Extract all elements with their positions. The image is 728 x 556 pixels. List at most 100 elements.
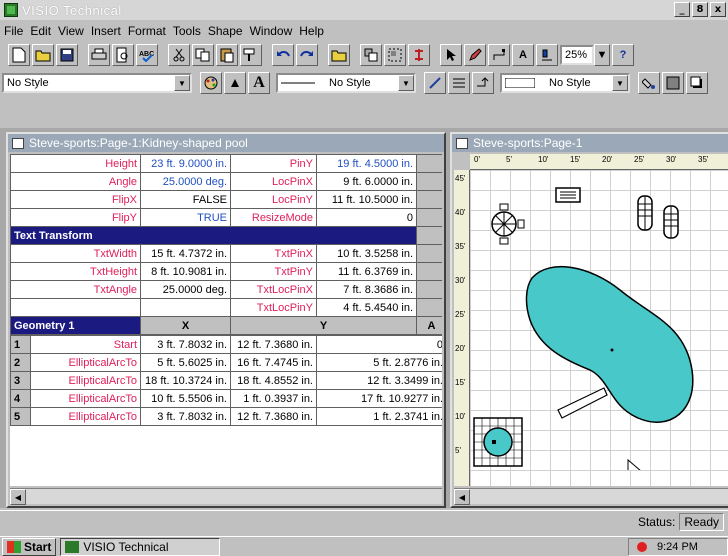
cell-label[interactable]: TxtPinX [230, 244, 318, 263]
open-folder-icon[interactable] [32, 44, 54, 66]
cell-value[interactable]: 18 ft. 10.3724 in. [140, 371, 231, 390]
line-style-select[interactable]: No Style ▼ [276, 73, 416, 93]
redo-icon[interactable] [296, 44, 318, 66]
scroll-left-icon[interactable]: ◀ [454, 489, 470, 505]
increase-font-icon[interactable] [224, 72, 246, 94]
print-preview-icon[interactable] [112, 44, 134, 66]
cell-label[interactable]: PinY [230, 154, 318, 173]
cell-label[interactable] [10, 298, 142, 317]
cell-value[interactable] [140, 298, 232, 317]
zoom-dropdown-icon[interactable]: ▼ [594, 44, 610, 66]
equipment-box-shape[interactable] [555, 187, 581, 203]
chevron-down-icon[interactable]: ▼ [174, 75, 190, 91]
row-number[interactable]: 1 [10, 335, 31, 354]
cell-value[interactable]: 0 [316, 335, 442, 354]
shadow-icon[interactable] [686, 72, 708, 94]
fill-color-icon[interactable] [638, 72, 660, 94]
print-icon[interactable] [88, 44, 110, 66]
cell-label[interactable]: TxtLocPinX [230, 280, 318, 299]
align-icon[interactable] [408, 44, 430, 66]
cell-value[interactable]: FALSE [140, 190, 232, 209]
row-number[interactable]: 2 [10, 353, 31, 372]
close-button[interactable]: x [710, 2, 726, 17]
save-icon[interactable] [56, 44, 78, 66]
vertical-ruler[interactable]: 45' 40' 35' 30' 25' 20' 15' 10' 5' [454, 170, 470, 486]
cell-label[interactable]: LocPinY [230, 190, 318, 209]
drawing-title-bar[interactable]: Steve-sports:Page-1 [452, 134, 728, 152]
menu-view[interactable]: View [58, 24, 91, 38]
cell-label[interactable]: FlipX [10, 190, 142, 209]
cell-label[interactable]: Start [30, 335, 141, 354]
cell-label[interactable]: EllipticalArcTo [30, 353, 141, 372]
drawing-hscrollbar[interactable]: ◀ [454, 488, 728, 505]
cell-value[interactable]: 10 ft. 5.5506 in. [140, 389, 231, 408]
scroll-left-icon[interactable]: ◀ [10, 489, 26, 505]
menu-help[interactable]: Help [299, 24, 331, 38]
cell-label[interactable]: TxtHeight [10, 262, 142, 281]
cell-label[interactable]: ResizeMode [230, 208, 318, 227]
line-color-icon[interactable] [424, 72, 446, 94]
hot-tub-shape[interactable] [473, 417, 523, 467]
cell-label[interactable]: EllipticalArcTo [30, 407, 141, 426]
cell-value[interactable]: 12 ft. 7.3680 in. [230, 335, 317, 354]
cell-value[interactable]: 12 ft. 3.3499 in. [316, 371, 442, 390]
cell-value[interactable]: 16 ft. 7.4745 in. [230, 353, 317, 372]
cell-value[interactable]: 1 ft. 2.3741 in. [316, 407, 442, 426]
cell-label[interactable]: EllipticalArcTo [30, 389, 141, 408]
kidney-pool-shape[interactable] [525, 265, 694, 423]
cell-label[interactable]: TxtWidth [10, 244, 142, 263]
cell-value[interactable]: 25.0000 deg. [140, 172, 232, 191]
zoom-select[interactable]: 25% [560, 45, 594, 65]
color-palette-icon[interactable] [200, 72, 222, 94]
text-style-icon[interactable]: A [248, 72, 270, 94]
cell-value[interactable]: 5 ft. 5.6025 in. [140, 353, 231, 372]
cell-value[interactable]: 9 ft. 6.0000 in. [316, 172, 418, 191]
cell-label[interactable]: Angle [10, 172, 142, 191]
umbrella-table-shape[interactable] [491, 203, 525, 245]
lounge-chair-shape[interactable] [663, 205, 679, 239]
paste-icon[interactable] [216, 44, 238, 66]
horizontal-ruler[interactable]: 0' 5' 10' 15' 20' 25' 30' 35' [470, 154, 728, 170]
cell-value[interactable]: 25.0000 deg. [140, 280, 232, 299]
cut-icon[interactable] [168, 44, 190, 66]
menu-tools[interactable]: Tools [173, 24, 208, 38]
cell-value[interactable]: 7 ft. 8.3686 in. [316, 280, 418, 299]
text-tool-icon[interactable]: A [512, 44, 534, 66]
new-file-icon[interactable] [8, 44, 30, 66]
cell-value[interactable]: TRUE [140, 208, 232, 227]
cell-label[interactable]: TxtPinY [230, 262, 318, 281]
menu-file[interactable]: File [4, 24, 30, 38]
menu-window[interactable]: Window [250, 24, 300, 38]
menu-edit[interactable]: Edit [30, 24, 58, 38]
cell-value[interactable]: 4 ft. 5.4540 in. [316, 298, 418, 317]
menu-insert[interactable]: Insert [91, 24, 128, 38]
cell-value[interactable]: 11 ft. 10.5000 in. [316, 190, 418, 209]
line-weight-icon[interactable] [448, 72, 470, 94]
cell-label[interactable]: Height [10, 154, 142, 173]
fill-pattern-icon[interactable] [662, 72, 684, 94]
line-ends-icon[interactable] [472, 72, 494, 94]
bring-to-front-icon[interactable] [360, 44, 382, 66]
cell-value[interactable]: 5 ft. 2.8776 in. [316, 353, 442, 372]
format-painter-icon[interactable] [240, 44, 262, 66]
cell-label[interactable]: FlipY [10, 208, 142, 227]
cell-value[interactable]: 0 [316, 208, 418, 227]
style-select[interactable]: No Style ▼ [2, 73, 192, 93]
connector-tool-icon[interactable] [488, 44, 510, 66]
taskbar-visio-button[interactable]: VISIO Technical [60, 537, 221, 556]
copy-icon[interactable] [192, 44, 214, 66]
menu-shape[interactable]: Shape [208, 24, 250, 38]
shapesheet-hscrollbar[interactable]: ◀ [10, 488, 442, 505]
cell-value[interactable]: 10 ft. 3.5258 in. [316, 244, 418, 263]
group-icon[interactable] [384, 44, 406, 66]
cell-value[interactable]: 19 ft. 4.5000 in. [316, 154, 418, 173]
lounge-chair-shape[interactable] [637, 195, 653, 231]
cell-value[interactable]: 12 ft. 7.3680 in. [230, 407, 317, 426]
diving-board-shape[interactable] [557, 387, 608, 419]
shapesheet-title-bar[interactable]: Steve-sports:Page-1:Kidney-shaped pool [8, 134, 444, 152]
start-button[interactable]: Start [2, 537, 57, 556]
help-pointer-icon[interactable]: ? [612, 44, 634, 66]
cell-label[interactable]: LocPinX [230, 172, 318, 191]
row-number[interactable]: 4 [10, 389, 31, 408]
stamp-tool-icon[interactable] [536, 44, 558, 66]
